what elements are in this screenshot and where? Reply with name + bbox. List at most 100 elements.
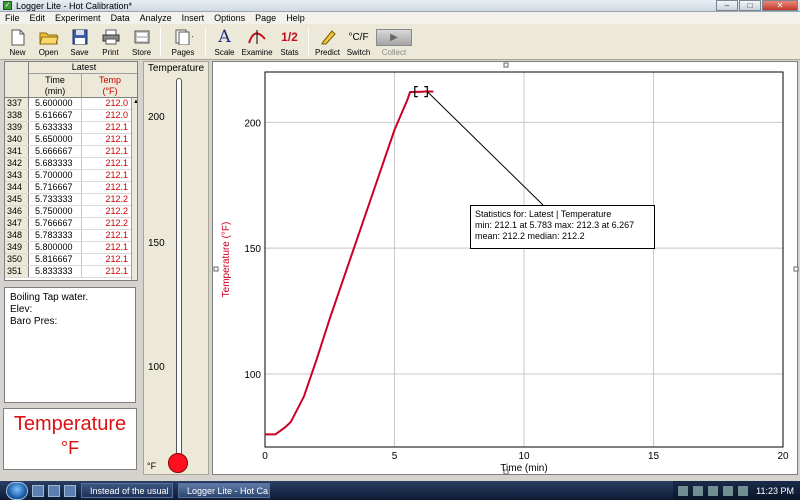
clock[interactable]: 11:23 PM [756, 486, 794, 496]
title-bar: ✓ Logger Lite - Hot Calibration* – □ ✕ [0, 0, 800, 12]
tray-icon[interactable] [708, 485, 719, 496]
toolbar: New Open Save Print Store Pages A Scale … [0, 24, 800, 60]
time-column-header[interactable]: Time (min) [29, 74, 82, 98]
menu-data[interactable]: Data [106, 13, 135, 23]
menu-file[interactable]: File [0, 13, 25, 23]
network-icon[interactable] [723, 485, 734, 496]
start-button[interactable] [6, 481, 28, 500]
pages-button-label: Pages [171, 48, 195, 57]
taskbar-item-logger-lite[interactable]: Logger Lite - Hot Ca... [178, 483, 270, 498]
table-row[interactable]: 346 5.750000 212.2 [5, 206, 131, 218]
taskbar-item-browser[interactable]: Instead of the usual ... [81, 483, 173, 498]
table-row[interactable]: 347 5.766667 212.2 [5, 218, 131, 230]
row-number: 345 [5, 194, 29, 205]
menu-experiment[interactable]: Experiment [50, 13, 106, 23]
meter-unit: °F [60, 438, 80, 458]
table-row[interactable]: 339 5.633333 212.1 [5, 122, 131, 134]
system-tray: 11:23 PM [673, 481, 800, 500]
examine-button[interactable]: Examine [240, 25, 274, 59]
stats-button[interactable]: 1/2 Stats [274, 25, 305, 59]
toolbar-separator [308, 28, 309, 56]
table-row[interactable]: 337 5.600000 212.0 [5, 98, 131, 110]
menu-page[interactable]: Page [250, 13, 281, 23]
save-button[interactable]: Save [64, 25, 95, 59]
x-tick-label: 5 [392, 451, 398, 462]
table-row[interactable]: 342 5.683333 212.1 [5, 158, 131, 170]
y-axis-label: Temperature (°F) [221, 222, 232, 298]
table-scrollbar[interactable]: ▲ [131, 98, 137, 280]
collect-button-label: Collect [381, 48, 407, 57]
menu-edit[interactable]: Edit [25, 13, 51, 23]
row-number: 347 [5, 218, 29, 229]
menu-analyze[interactable]: Analyze [135, 13, 177, 23]
minimize-button[interactable]: – [716, 0, 738, 11]
print-button[interactable]: Print [95, 25, 126, 59]
row-number: 351 [5, 266, 29, 277]
menu-insert[interactable]: Insert [177, 13, 210, 23]
meter-name: Temperature [13, 413, 127, 435]
graph-panel[interactable]: 0 5 10 15 20 100 150 200 Time (min) Temperature (… [212, 61, 799, 476]
tray-icon[interactable] [693, 485, 704, 496]
menu-options[interactable]: Options [209, 13, 250, 23]
scroll-up-arrow-icon[interactable]: ▲ [132, 98, 137, 106]
quick-launch-icon[interactable] [64, 484, 76, 497]
switch-button[interactable]: °C/F Switch [343, 25, 374, 59]
table-row[interactable]: 338 5.616667 212.0 [5, 110, 131, 122]
thermometer-panel[interactable]: Temperature 200 150 100 °F [143, 61, 209, 475]
stats-leader-line [426, 91, 544, 206]
data-table[interactable]: Latest Time (min) Temp (°F) 337 5.600000 2… [4, 61, 138, 281]
store-button[interactable]: Store [126, 25, 157, 59]
y-tick-label: 100 [244, 370, 261, 381]
examine-button-label: Examine [241, 48, 273, 57]
close-button[interactable]: ✕ [762, 0, 798, 11]
table-row[interactable]: 340 5.650000 212.1 [5, 134, 131, 146]
scale-button-label: Scale [214, 48, 235, 57]
notes-box[interactable]: Boiling Tap water. Elev: Baro Pres: [4, 287, 136, 403]
temperature-series-line [265, 90, 434, 436]
table-row[interactable]: 349 5.800000 212.1 [5, 242, 131, 254]
table-row[interactable]: 348 5.783333 212.1 [5, 230, 131, 242]
app-icon: ✓ [3, 1, 12, 10]
new-button[interactable]: New [2, 25, 33, 59]
maximize-button[interactable]: □ [739, 0, 761, 11]
printer-icon [101, 28, 121, 46]
time-cell: 5.650000 [29, 134, 82, 145]
scale-button[interactable]: A Scale [209, 25, 240, 59]
tray-icon[interactable] [678, 485, 689, 496]
collect-button[interactable]: ▶ Collect [374, 29, 414, 59]
time-cell: 5.833333 [29, 266, 82, 277]
table-row[interactable]: 351 5.833333 212.1 [5, 266, 131, 278]
table-row[interactable]: 341 5.666667 212.1 [5, 146, 131, 158]
x-tick-label: 0 [262, 451, 268, 462]
window-title: Logger Lite - Hot Calibration* [16, 0, 133, 11]
open-folder-icon [38, 28, 59, 46]
quick-launch-icon[interactable] [48, 484, 60, 497]
table-row[interactable]: 343 5.700000 212.1 [5, 170, 131, 182]
digital-meter[interactable]: Temperature °F [3, 408, 137, 470]
x-tick-label: 10 [518, 451, 530, 462]
pages-button[interactable]: Pages [164, 25, 202, 59]
predict-button[interactable]: Predict [312, 25, 343, 59]
table-row[interactable]: 345 5.733333 212.2 [5, 194, 131, 206]
y-tick-label: 150 [244, 244, 261, 255]
volume-icon[interactable] [738, 485, 749, 496]
resize-handle [213, 266, 219, 272]
temperature-chart[interactable]: 0 5 10 15 20100150200Time (min)Temperature (… [213, 62, 799, 476]
thermometer-tick-label: 200 [148, 112, 165, 123]
open-button[interactable]: Open [33, 25, 64, 59]
window-controls: – □ ✕ [715, 0, 798, 11]
time-cell: 5.766667 [29, 218, 82, 229]
table-row[interactable]: 344 5.716667 212.1 [5, 182, 131, 194]
play-icon: ▶ [376, 29, 412, 46]
notes-line: Baro Pres: [10, 316, 58, 327]
temp-cell: 212.1 [105, 182, 128, 192]
thermometer-tick-label: 150 [148, 238, 165, 249]
x-tick-label: 15 [648, 451, 660, 462]
menu-help[interactable]: Help [281, 13, 310, 23]
stats-button-label: Stats [280, 48, 299, 57]
temp-column-header[interactable]: Temp (°F) [82, 74, 137, 98]
table-row[interactable]: 350 5.816667 212.1 [5, 254, 131, 266]
show-desktop-icon[interactable] [32, 484, 44, 497]
taskbar-item-label: Logger Lite - Hot Ca... [187, 485, 270, 496]
statistics-box[interactable]: Statistics for: Latest | Temperature min… [470, 205, 655, 249]
